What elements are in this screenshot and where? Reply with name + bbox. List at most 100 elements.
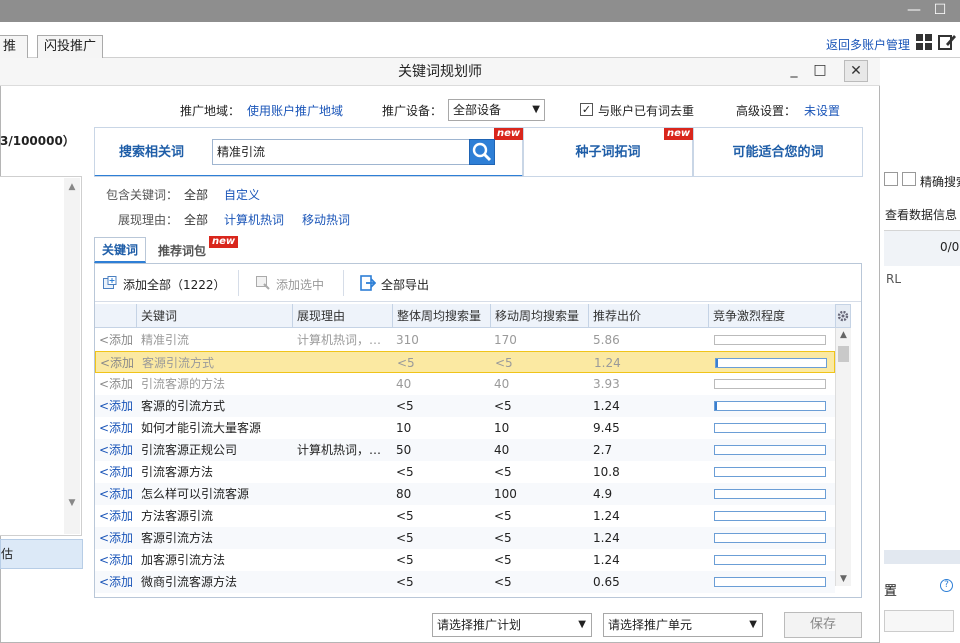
- keyword-cell: 引流客源方法: [141, 465, 214, 479]
- add-selected-button[interactable]: 添加选中: [276, 276, 324, 293]
- unit-select-value: 请选择推广单元: [608, 618, 693, 632]
- grid-icon[interactable]: [916, 34, 932, 50]
- reason-all[interactable]: 全部: [184, 211, 208, 228]
- add-link[interactable]: <添加: [99, 417, 133, 439]
- grid-header: 关键词 展现理由 整体周均搜索量 移动周均搜索量 推荐出价 竞争激烈程度: [95, 304, 835, 328]
- left-list-scrollbar[interactable]: ▲ ▼: [64, 178, 80, 534]
- add-link[interactable]: <添加: [99, 549, 133, 571]
- bid-cell: 9.45: [593, 421, 620, 435]
- right-select[interactable]: [884, 610, 954, 632]
- table-row[interactable]: <添加 引流客源方法 <5 <5 10.8: [95, 461, 835, 483]
- region-link[interactable]: 使用账户推广地域: [247, 102, 343, 119]
- keyword-cell: 引流客源的方法: [141, 377, 226, 391]
- back-to-multi-account-link[interactable]: 返回多账户管理: [826, 36, 910, 53]
- table-row[interactable]: <添加 微商引流客源方法 <5 <5 0.65: [95, 571, 835, 593]
- table-row[interactable]: <添加 方法客源引流 <5 <5 1.24: [95, 505, 835, 527]
- bid-cell: 1.24: [593, 399, 620, 413]
- competition-bar: [714, 423, 826, 433]
- add-all-button[interactable]: 添加全部（1222）: [123, 276, 226, 293]
- competition-bar: [714, 401, 826, 411]
- competition-bar: [714, 577, 826, 587]
- add-link[interactable]: <添加: [99, 329, 133, 351]
- add-all-icon: [103, 276, 117, 290]
- dialog-close-button[interactable]: ✕: [844, 60, 868, 82]
- exact-search-checkbox-bg[interactable]: [884, 172, 898, 186]
- search-input[interactable]: 精准引流: [212, 139, 470, 165]
- add-link[interactable]: <添加: [99, 505, 133, 527]
- keyword-cell: 客源引流方式: [142, 356, 215, 370]
- tab-promotion[interactable]: 推广: [0, 35, 28, 76]
- mobile-search-cell: <5: [494, 531, 512, 545]
- header-mobile-search[interactable]: 移动周均搜索量: [491, 304, 589, 328]
- view-data-info[interactable]: 查看数据信息: [885, 206, 957, 223]
- bid-cell: 5.86: [593, 333, 620, 347]
- tab-recommended-packs[interactable]: 推荐词包: [158, 242, 206, 259]
- table-row[interactable]: <添加 客源引流方法 <5 <5 1.24: [95, 527, 835, 549]
- total-search-cell: <5: [396, 399, 414, 413]
- header-keyword[interactable]: 关键词: [137, 304, 293, 328]
- add-link[interactable]: <添加: [99, 571, 133, 593]
- table-row[interactable]: <添加 客源引流方式 <5 <5 1.24: [95, 351, 835, 373]
- scrollbar-thumb[interactable]: [838, 346, 849, 362]
- add-link[interactable]: <添加: [99, 395, 133, 417]
- table-row[interactable]: <添加 加客源引流方法 <5 <5 1.24: [95, 549, 835, 571]
- add-link[interactable]: <添加: [100, 352, 134, 374]
- dedupe-checkbox[interactable]: ✓: [580, 103, 593, 116]
- keyword-cell: 精准引流: [141, 333, 190, 347]
- table-row[interactable]: <添加 精准引流 计算机热词，… 310 170 5.86: [95, 329, 835, 351]
- table-row[interactable]: <添加 引流客源的方法 40 40 3.93: [95, 373, 835, 395]
- advanced-link[interactable]: 未设置: [804, 102, 840, 119]
- plan-select[interactable]: 请选择推广计划 ▼: [432, 613, 592, 637]
- competition-bar: [714, 467, 826, 477]
- advanced-label: 高级设置：: [736, 104, 797, 118]
- include-custom[interactable]: 自定义: [224, 186, 260, 203]
- table-row[interactable]: <添加 客源的引流方式 <5 <5 1.24: [95, 395, 835, 417]
- help-icon[interactable]: ?: [940, 579, 953, 592]
- window-top-bar: [0, 0, 960, 22]
- edit-icon[interactable]: [938, 33, 956, 51]
- column-settings-button[interactable]: [835, 304, 851, 328]
- reason-mobile-hot[interactable]: 移动热词: [302, 211, 350, 228]
- dialog-minimize-button[interactable]: _: [782, 60, 806, 82]
- total-search-cell: <5: [396, 575, 414, 589]
- add-link[interactable]: <添加: [99, 373, 133, 395]
- mobile-search-cell: 40: [494, 377, 510, 391]
- table-row[interactable]: <添加 如何才能引流大量客源 10 10 9.45: [95, 417, 835, 439]
- add-link[interactable]: <添加: [99, 439, 133, 461]
- competition-bar: [714, 489, 826, 499]
- add-link[interactable]: <添加: [99, 461, 133, 483]
- header-total-search[interactable]: 整体周均搜索量: [393, 304, 491, 328]
- total-search-cell: 310: [396, 333, 419, 347]
- dialog-maximize-button[interactable]: □: [808, 60, 832, 82]
- toolbar-divider: [343, 270, 344, 296]
- header-bid[interactable]: 推荐出价: [589, 304, 709, 328]
- mobile-search-cell: <5: [495, 356, 513, 370]
- scroll-down-icon[interactable]: ▼: [836, 574, 851, 584]
- tab-suggested[interactable]: 可能适合您的词: [693, 127, 863, 177]
- add-link[interactable]: <添加: [99, 527, 133, 549]
- bid-cell: 3.93: [593, 377, 620, 391]
- export-all-button[interactable]: 全部导出: [381, 276, 429, 293]
- table-row[interactable]: <添加 怎么样可以引流客源 80 100 4.9: [95, 483, 835, 505]
- exact-search-checkbox[interactable]: [902, 172, 916, 186]
- tab-search-related-label: 搜索相关词: [119, 145, 185, 160]
- tab-keywords[interactable]: 关键词: [94, 237, 146, 263]
- header-competition[interactable]: 竞争激烈程度: [709, 304, 835, 328]
- tab-flash-promotion[interactable]: 闪投推广: [37, 35, 104, 58]
- grid-scrollbar[interactable]: ▲ ▼: [835, 328, 851, 586]
- header-reason[interactable]: 展现理由: [293, 304, 393, 328]
- unit-select[interactable]: 请选择推广单元 ▼: [603, 613, 763, 637]
- reason-computer-hot[interactable]: 计算机热词: [224, 211, 284, 228]
- minimize-button[interactable]: —: [902, 0, 926, 22]
- save-button[interactable]: 保存: [784, 612, 862, 638]
- scroll-up-icon[interactable]: ▲: [836, 330, 851, 340]
- competition-bar: [714, 335, 826, 345]
- include-all[interactable]: 全部: [184, 186, 208, 203]
- left-bottom-item[interactable]: 估: [0, 539, 83, 569]
- table-row[interactable]: <添加 引流客源正规公司 计算机热词，… 50 40 2.7: [95, 439, 835, 461]
- add-link[interactable]: <添加: [99, 483, 133, 505]
- maximize-button[interactable]: ☐: [928, 0, 952, 22]
- device-select[interactable]: 全部设备 ▼: [448, 99, 545, 121]
- search-button[interactable]: [469, 139, 495, 165]
- dialog-title: 关键词规划师: [0, 58, 880, 86]
